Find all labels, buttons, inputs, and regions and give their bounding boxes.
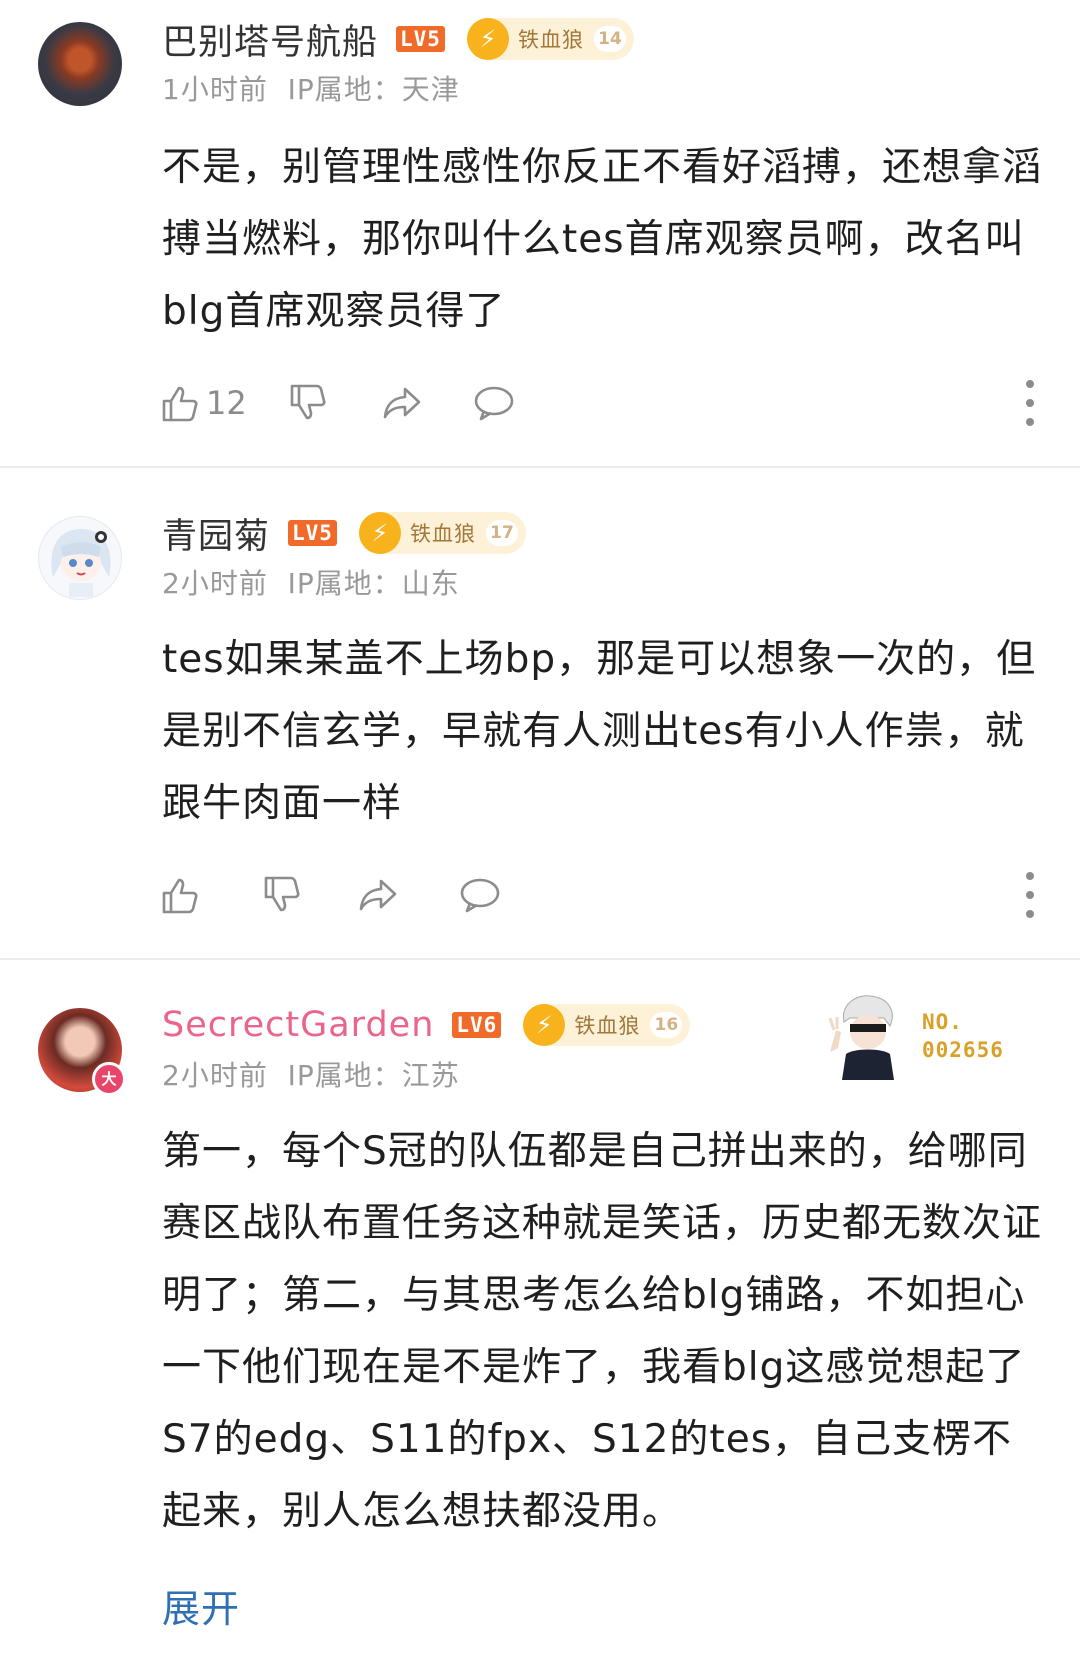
dot-icon <box>1026 910 1034 918</box>
comment-meta: 2小时前 IP属地：山东 <box>162 562 460 602</box>
chat-bubble-icon <box>474 386 514 421</box>
anime-girl-avatar-icon <box>51 529 111 597</box>
medal-number: NO. 002656 <box>922 1008 1004 1064</box>
expand-link[interactable]: 展开 <box>162 1578 240 1633</box>
fan-badge-level: 16 <box>650 1012 683 1038</box>
comment-divider <box>0 466 1080 468</box>
dot-icon <box>1026 380 1034 388</box>
character-medal-icon[interactable] <box>820 992 912 1080</box>
fan-badge-name: 铁血狼 <box>574 1014 641 1038</box>
thumbs-down-icon <box>290 384 326 420</box>
lightning-icon: ⚡ <box>523 1004 566 1046</box>
ip-location: IP属地：山东 <box>287 567 460 600</box>
comment-text: 第一，每个S冠的队伍都是自己拼出来的，给哪同赛区战队布置任务这种就是笑话，历史都… <box>162 1129 1043 1534</box>
fan-badge-name: 铁血狼 <box>409 522 476 546</box>
dot-icon <box>1026 872 1034 880</box>
fan-badge[interactable]: ⚡ 铁血狼 14 <box>466 18 634 60</box>
comment-divider <box>0 958 1080 960</box>
lightning-icon: ⚡ <box>466 18 509 60</box>
username[interactable]: SecrectGarden <box>162 1005 434 1045</box>
comment-meta: 2小时前 IP属地：江苏 <box>162 1054 460 1094</box>
fan-badge[interactable]: ⚡ 铁血狼 17 <box>358 512 526 554</box>
more-options-button[interactable] <box>1024 380 1036 426</box>
vip-badge: 大 <box>92 1062 126 1096</box>
reply-button[interactable] <box>458 870 502 920</box>
share-icon <box>383 387 421 419</box>
comment-time: 2小时前 <box>162 1059 268 1092</box>
comment-meta: 1小时前 IP属地：天津 <box>162 68 460 108</box>
fan-badge[interactable]: ⚡ 铁血狼 16 <box>523 1004 691 1046</box>
lightning-icon: ⚡ <box>358 512 401 554</box>
comment-time: 2小时前 <box>162 567 268 600</box>
dot-icon <box>1026 418 1034 426</box>
share-button[interactable] <box>380 378 424 428</box>
username-row: 巴别塔号航船 LV5 ⚡ 铁血狼 14 <box>162 14 634 64</box>
dislike-button[interactable] <box>286 378 330 428</box>
level-badge: LV5 <box>396 26 445 52</box>
fan-badge-name: 铁血狼 <box>517 28 584 52</box>
user-avatar[interactable] <box>38 22 122 106</box>
thumbs-up-icon <box>162 878 198 914</box>
action-bar: 12 <box>158 378 1038 428</box>
share-button[interactable] <box>356 870 400 920</box>
share-icon <box>359 879 397 911</box>
action-bar <box>158 870 1038 920</box>
chat-bubble-icon <box>460 878 500 913</box>
like-button[interactable] <box>158 870 202 920</box>
username[interactable]: 青园菊 <box>162 508 270 559</box>
reply-button[interactable] <box>472 378 516 428</box>
medal-number-value: 002656 <box>922 1038 1004 1062</box>
thumbs-up-icon <box>162 386 198 422</box>
dot-icon <box>1026 399 1034 407</box>
comment-text: tes如果某盖不上场bp，那是可以想象一次的，但是别不信玄学，早就有人测出tes… <box>162 637 1037 826</box>
comment-text: 不是，别管理性感性你反正不看好滔搏，还想拿滔搏当燃料，那你叫什么tes首席观察员… <box>162 145 1043 334</box>
username[interactable]: 巴别塔号航船 <box>162 14 378 65</box>
like-count: 12 <box>206 384 247 422</box>
comment-time: 1小时前 <box>162 73 268 106</box>
ip-location: IP属地：江苏 <box>287 1059 460 1092</box>
level-badge: LV6 <box>452 1012 502 1038</box>
more-options-button[interactable] <box>1024 872 1036 918</box>
dislike-button[interactable] <box>260 870 304 920</box>
fan-badge-level: 14 <box>593 26 626 52</box>
dot-icon <box>1026 891 1034 899</box>
username-row: SecrectGarden LV6 ⚡ 铁血狼 16 <box>162 1000 691 1050</box>
medal-number-label: NO. <box>922 1010 963 1034</box>
user-avatar[interactable] <box>38 516 122 600</box>
username-row: 青园菊 LV5 ⚡ 铁血狼 17 <box>162 508 526 558</box>
like-button[interactable]: 12 <box>158 378 247 428</box>
user-avatar[interactable]: 大 <box>38 1008 126 1096</box>
ip-location: IP属地：天津 <box>287 73 460 106</box>
fan-badge-level: 17 <box>485 520 518 546</box>
level-badge: LV5 <box>288 520 337 546</box>
thumbs-down-icon <box>264 876 300 912</box>
